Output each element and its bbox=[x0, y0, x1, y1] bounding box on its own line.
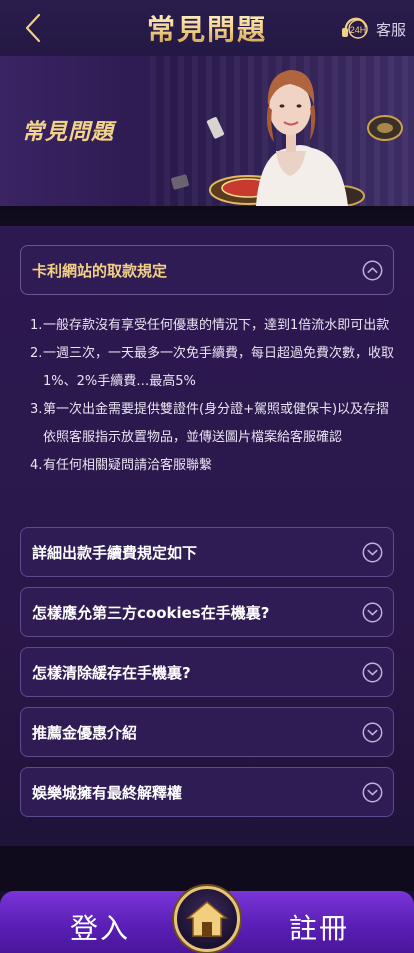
chevron-down-icon bbox=[362, 602, 383, 623]
banner-title: 常見問題 bbox=[22, 120, 115, 145]
answer-line: 3. 第一次出金需要提供雙證件(身分證+駕照或健保卡)以及存摺依照客服指示放置物… bbox=[30, 396, 396, 452]
headset-24h-icon: 24H bbox=[341, 17, 368, 39]
register-button[interactable]: 註冊 bbox=[289, 907, 349, 947]
banner-illustration bbox=[171, 70, 403, 206]
chevron-up-icon bbox=[362, 260, 383, 281]
hero-banner: 常見問題 bbox=[0, 56, 414, 206]
chevron-down-icon bbox=[362, 722, 383, 743]
faq-answer: 1. 一般存款沒有享受任何優惠的情況下，達到1倍流水即可出款 2. 一週三次，一… bbox=[30, 312, 396, 480]
answer-text: 第一次出金需要提供雙證件(身分證+駕照或健保卡)以及存摺依照客服指示放置物品，並… bbox=[43, 402, 390, 445]
faq-item-cookies[interactable]: 怎樣應允第三方cookies在手機裏? bbox=[20, 587, 394, 637]
dice-icon bbox=[171, 117, 225, 190]
page-title: 常見問題 bbox=[147, 8, 267, 48]
faq-item-label: 娛樂城擁有最終解釋權 bbox=[32, 783, 183, 802]
answer-text: 有任何相關疑問請洽客服聯繫 bbox=[43, 458, 213, 473]
faq-item-label: 詳細出款手續費規定如下 bbox=[32, 543, 198, 562]
chevron-down-icon bbox=[362, 542, 383, 563]
answer-number: 3. bbox=[30, 402, 43, 417]
chevron-down-icon bbox=[362, 662, 383, 683]
customer-service-button[interactable]: 24H 客服 bbox=[340, 15, 406, 43]
faq-item-label: 怎樣清除緩存在手機裏? bbox=[32, 663, 191, 682]
back-button[interactable] bbox=[18, 12, 48, 44]
top-header: 常見問題 24H 客服 bbox=[0, 0, 414, 56]
faq-item-withdrawal-rules[interactable]: 卡利網站的取款規定 bbox=[20, 245, 394, 295]
answer-line: 1. 一般存款沒有享受任何優惠的情況下，達到1倍流水即可出款 bbox=[30, 312, 396, 340]
chevron-left-icon bbox=[25, 13, 41, 43]
faq-item-clear-cache[interactable]: 怎樣清除緩存在手機裏? bbox=[20, 647, 394, 697]
answer-line: 2. 一週三次，一天最多一次免手續費，每日超過免費次數，收取1%、2%手續費…最… bbox=[30, 340, 396, 396]
casino-chip-icon bbox=[367, 115, 403, 141]
chevron-down-icon bbox=[362, 782, 383, 803]
answer-text: 一週三次，一天最多一次免手續費，每日超過免費次數，收取1%、2%手續費…最高5% bbox=[43, 346, 395, 389]
faq-item-referral-bonus[interactable]: 推薦金優惠介紹 bbox=[20, 707, 394, 757]
hostess-figure bbox=[256, 70, 348, 206]
service-badge: 24H bbox=[350, 25, 367, 35]
faq-item-label: 怎樣應允第三方cookies在手機裏? bbox=[32, 603, 270, 622]
service-label: 客服 bbox=[375, 20, 406, 39]
bottom-spacer bbox=[0, 846, 414, 891]
answer-text: 一般存款沒有享受任何優惠的情況下，達到1倍流水即可出款 bbox=[43, 318, 390, 333]
faq-item-label: 推薦金優惠介紹 bbox=[32, 723, 138, 742]
home-icon bbox=[186, 901, 228, 937]
banner-divider bbox=[0, 206, 414, 226]
answer-line: 4. 有任何相關疑問請洽客服聯繫 bbox=[30, 452, 396, 480]
faq-item-final-interpretation[interactable]: 娛樂城擁有最終解釋權 bbox=[20, 767, 394, 817]
faq-item-withdrawal-fees[interactable]: 詳細出款手續費規定如下 bbox=[20, 527, 394, 577]
answer-number: 1. bbox=[30, 318, 43, 333]
home-button[interactable] bbox=[174, 886, 240, 952]
answer-number: 2. bbox=[30, 346, 43, 361]
faq-item-label: 卡利網站的取款規定 bbox=[32, 261, 168, 280]
answer-number: 4. bbox=[30, 458, 43, 473]
login-button[interactable]: 登入 bbox=[70, 907, 130, 947]
